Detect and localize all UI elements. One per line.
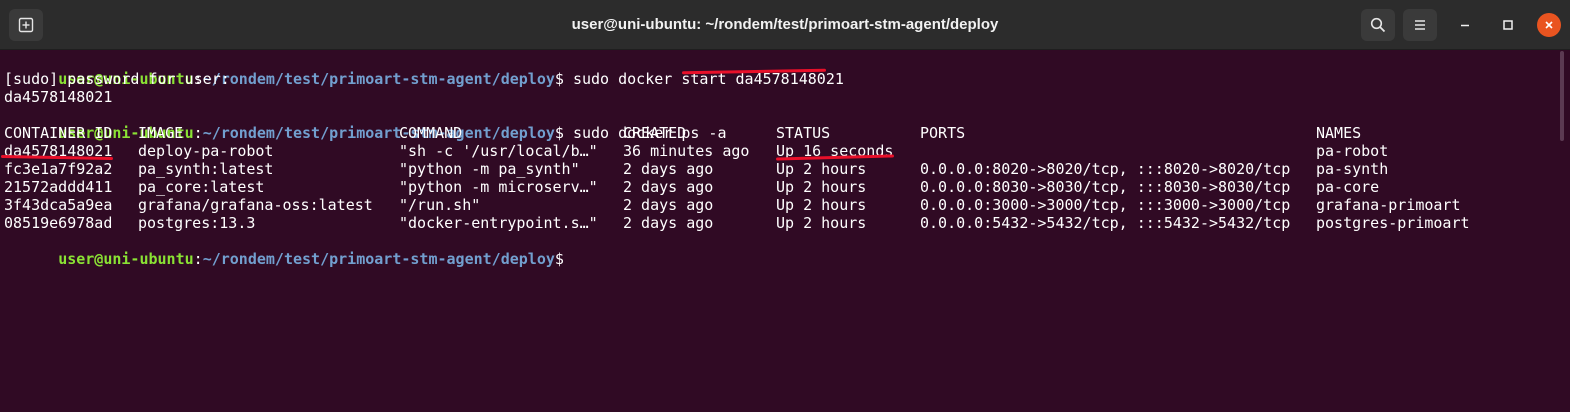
cell-image: postgres:13.3	[138, 214, 256, 232]
prompt-dollar: $	[554, 124, 564, 142]
prompt-dollar: $	[554, 250, 564, 268]
prompt-separator: :	[193, 250, 203, 268]
command-line-idle: user@uni-ubuntu:~/rondem/test/primoart-s…	[4, 232, 564, 268]
sudo-password-prompt: [sudo] password for user:	[4, 70, 230, 88]
close-button[interactable]	[1536, 12, 1562, 38]
command-line-ps: user@uni-ubuntu:~/rondem/test/primoart-s…	[4, 106, 726, 142]
maximize-button[interactable]	[1495, 12, 1521, 38]
cell-status: Up 2 hours	[776, 160, 867, 178]
cell-names: pa-synth	[1316, 160, 1389, 178]
cell-ports: 0.0.0.0:5432->5432/tcp, :::5432->5432/tc…	[920, 214, 1291, 232]
cell-container-id: fc3e1a7f92a2	[4, 160, 113, 178]
menu-button[interactable]	[1403, 9, 1437, 41]
minimize-icon	[1461, 24, 1469, 27]
cell-image: grafana/grafana-oss:latest	[138, 196, 373, 214]
title-bar[interactable]: user@uni-ubuntu: ~/rondem/test/primoart-…	[0, 0, 1570, 50]
new-tab-icon	[18, 17, 34, 33]
cell-names: grafana-primoart	[1316, 196, 1461, 214]
cell-ports: 0.0.0.0:8030->8030/tcp, :::8030->8030/tc…	[920, 178, 1291, 196]
cell-command: "python -m microserv…"	[399, 178, 598, 196]
header-created: CREATED	[623, 124, 687, 142]
cell-status: Up 2 hours	[776, 214, 867, 232]
cell-status: Up 2 hours	[776, 178, 867, 196]
header-command: COMMAND	[399, 124, 463, 142]
cell-names: pa-core	[1316, 178, 1380, 196]
search-icon	[1370, 17, 1386, 33]
terminal-output[interactable]: user@uni-ubuntu:~/rondem/test/primoart-s…	[0, 51, 1556, 406]
minimize-button[interactable]	[1452, 12, 1478, 38]
prompt-user-host: user@uni-ubuntu	[58, 250, 194, 268]
cell-created: 36 minutes ago	[623, 142, 750, 160]
hamburger-menu-icon	[1415, 20, 1425, 30]
cell-command: "/run.sh"	[399, 196, 481, 214]
terminal-window: user@uni-ubuntu: ~/rondem/test/primoart-…	[0, 0, 1570, 412]
cell-created: 2 days ago	[623, 160, 714, 178]
scrollbar[interactable]	[1560, 51, 1564, 141]
cell-created: 2 days ago	[623, 214, 714, 232]
prompt-dollar: $	[554, 70, 564, 88]
close-icon	[1545, 21, 1553, 29]
new-tab-button[interactable]	[9, 9, 43, 41]
cell-container-id: 08519e6978ad	[4, 214, 113, 232]
cell-command: "docker-entrypoint.s…"	[399, 214, 598, 232]
cell-status: Up 2 hours	[776, 196, 867, 214]
cell-image: pa_core:latest	[138, 178, 265, 196]
header-container-id: CONTAINER ID	[4, 124, 113, 142]
start-output: da4578148021	[4, 88, 113, 106]
cell-ports: 0.0.0.0:8020->8020/tcp, :::8020->8020/tc…	[920, 160, 1291, 178]
cell-image: pa_synth:latest	[138, 160, 274, 178]
cell-created: 2 days ago	[623, 178, 714, 196]
cell-command: "sh -c '/usr/local/b…"	[399, 142, 598, 160]
header-status: STATUS	[776, 124, 831, 142]
cell-ports: 0.0.0.0:3000->3000/tcp, :::3000->3000/tc…	[920, 196, 1291, 214]
prompt-path: ~/rondem/test/primoart-stm-agent/deploy	[202, 124, 555, 142]
search-button[interactable]	[1361, 9, 1395, 41]
command-line-start: user@uni-ubuntu:~/rondem/test/primoart-s…	[4, 52, 844, 88]
cell-created: 2 days ago	[623, 196, 714, 214]
cell-container-id: 21572addd411	[4, 178, 113, 196]
window-title: user@uni-ubuntu: ~/rondem/test/primoart-…	[571, 16, 999, 33]
prompt-path: ~/rondem/test/primoart-stm-agent/deploy	[202, 250, 555, 268]
header-image: IMAGE	[138, 124, 184, 142]
header-names: NAMES	[1316, 124, 1362, 142]
header-ports: PORTS	[920, 124, 966, 142]
cell-image: deploy-pa-robot	[138, 142, 274, 160]
cell-container-id: 3f43dca5a9ea	[4, 196, 113, 214]
cell-names: pa-robot	[1316, 142, 1389, 160]
maximize-icon	[1503, 20, 1513, 30]
cell-command: "python -m pa_synth"	[399, 160, 580, 178]
cell-names: postgres-primoart	[1316, 214, 1470, 232]
prompt-path: ~/rondem/test/primoart-stm-agent/deploy	[202, 70, 555, 88]
prompt-separator: :	[193, 124, 203, 142]
